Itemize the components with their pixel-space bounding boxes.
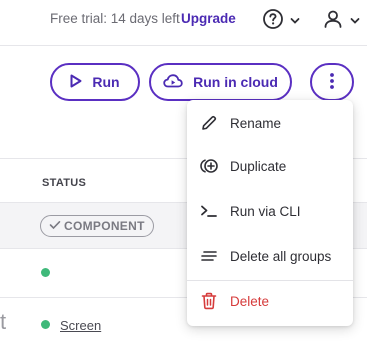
user-icon	[322, 8, 344, 35]
vertical-dots-icon	[329, 72, 335, 93]
help-menu-button[interactable]	[262, 8, 302, 35]
run-label: Run	[92, 74, 120, 90]
duplicate-icon	[199, 156, 219, 176]
status-badge-label: COMPONENT	[64, 219, 145, 233]
run-in-cloud-label: Run in cloud	[193, 74, 278, 90]
status-dot	[41, 320, 50, 329]
upgrade-link[interactable]: Upgrade	[181, 11, 236, 26]
check-icon	[49, 219, 61, 233]
terminal-icon	[199, 201, 219, 221]
run-in-cloud-button[interactable]: Run in cloud	[149, 63, 292, 101]
cloud-play-icon	[163, 73, 183, 92]
top-bar: Free trial: 14 days left Upgrade	[0, 0, 367, 46]
menu-item-label: Delete	[230, 293, 270, 309]
menu-item-duplicate[interactable]: Duplicate	[187, 149, 353, 183]
menu-item-delete[interactable]: Delete	[187, 284, 353, 318]
trial-status-text: Free trial: 14 days left	[50, 11, 180, 26]
lines-icon	[199, 246, 219, 266]
more-options-menu: Rename Duplicate Run via CLI Delete all …	[187, 100, 353, 326]
clipped-row-text: t	[0, 309, 7, 334]
menu-divider	[187, 280, 353, 281]
status-column-header: STATUS	[42, 177, 87, 189]
play-icon	[70, 74, 82, 91]
help-circle-icon	[262, 8, 284, 35]
menu-item-label: Duplicate	[230, 158, 287, 174]
run-button[interactable]: Run	[50, 63, 140, 101]
user-menu-button[interactable]	[322, 9, 364, 33]
trash-icon	[199, 291, 219, 311]
app-root: Free trial: 14 days left Upgrade Run Run…	[0, 0, 367, 342]
menu-item-delete-all-groups[interactable]: Delete all groups	[187, 239, 353, 273]
screen-link[interactable]: Screen	[60, 318, 101, 333]
status-dot	[41, 268, 50, 277]
menu-item-label: Run via CLI	[230, 203, 301, 219]
pencil-icon	[199, 113, 219, 133]
status-badge: COMPONENT	[40, 215, 154, 237]
more-options-button[interactable]	[310, 63, 354, 101]
menu-item-rename[interactable]: Rename	[187, 106, 353, 140]
menu-item-run-via-cli[interactable]: Run via CLI	[187, 194, 353, 228]
chevron-down-icon	[290, 12, 300, 30]
menu-item-label: Rename	[230, 115, 282, 131]
menu-item-label: Delete all groups	[230, 248, 332, 264]
chevron-down-icon	[350, 12, 360, 30]
